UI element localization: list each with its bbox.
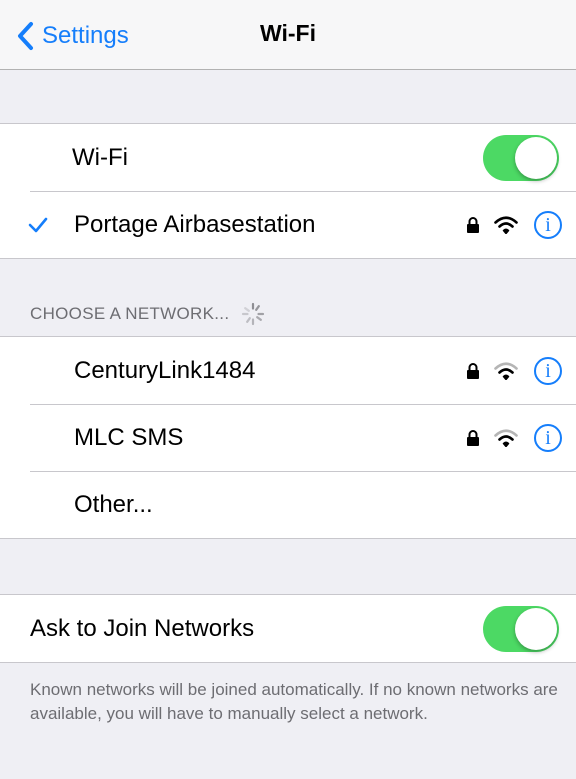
lock-icon bbox=[467, 429, 479, 446]
connected-network-row[interactable]: Portage Airbasestation i bbox=[0, 191, 576, 258]
toggle-knob bbox=[515, 136, 557, 179]
lock-icon bbox=[467, 362, 479, 379]
wifi-toggle[interactable] bbox=[483, 134, 559, 181]
network-name: MLC SMS bbox=[74, 423, 184, 451]
ask-join-group: Ask to Join Networks bbox=[0, 594, 576, 663]
wifi-signal-icon bbox=[494, 215, 518, 234]
section-header-label: CHOOSE A NETWORK... bbox=[30, 304, 230, 323]
wifi-toggle-row: Wi-Fi bbox=[0, 124, 576, 191]
network-row-mlc-sms[interactable]: MLC SMS i bbox=[0, 404, 576, 471]
wifi-toggle-label: Wi-Fi bbox=[72, 143, 128, 171]
connected-network-name: Portage Airbasestation bbox=[74, 210, 316, 238]
network-row-centurylink[interactable]: CenturyLink1484 i bbox=[0, 337, 576, 404]
network-list: CenturyLink1484 i MLC SMS i Other... bbox=[0, 336, 576, 539]
network-name: CenturyLink1484 bbox=[74, 356, 256, 384]
chevron-left-icon bbox=[18, 22, 33, 50]
checkmark-icon bbox=[28, 217, 48, 232]
navigation-bar: Settings Wi-Fi bbox=[0, 0, 576, 70]
ask-join-row: Ask to Join Networks bbox=[0, 595, 576, 662]
wifi-signal-icon bbox=[494, 428, 518, 447]
other-network-row[interactable]: Other... bbox=[0, 471, 576, 538]
ask-join-label: Ask to Join Networks bbox=[30, 614, 255, 642]
info-button[interactable]: i bbox=[534, 210, 562, 239]
toggle-knob bbox=[515, 607, 557, 650]
loading-spinner-icon bbox=[242, 302, 265, 326]
ask-join-toggle[interactable] bbox=[483, 605, 559, 652]
info-button[interactable]: i bbox=[534, 423, 562, 452]
back-button-label: Settings bbox=[42, 22, 129, 49]
wifi-signal-icon bbox=[494, 361, 518, 380]
info-button[interactable]: i bbox=[534, 356, 562, 385]
choose-network-header: CHOOSE A NETWORK... bbox=[30, 302, 265, 326]
other-network-label: Other... bbox=[74, 490, 153, 518]
ask-join-footer-text: Known networks will be joined automatica… bbox=[30, 680, 558, 723]
back-button[interactable]: Settings bbox=[16, 18, 129, 54]
wifi-group: Wi-Fi Portage Airbasestation i bbox=[0, 123, 576, 259]
lock-icon bbox=[467, 216, 479, 233]
